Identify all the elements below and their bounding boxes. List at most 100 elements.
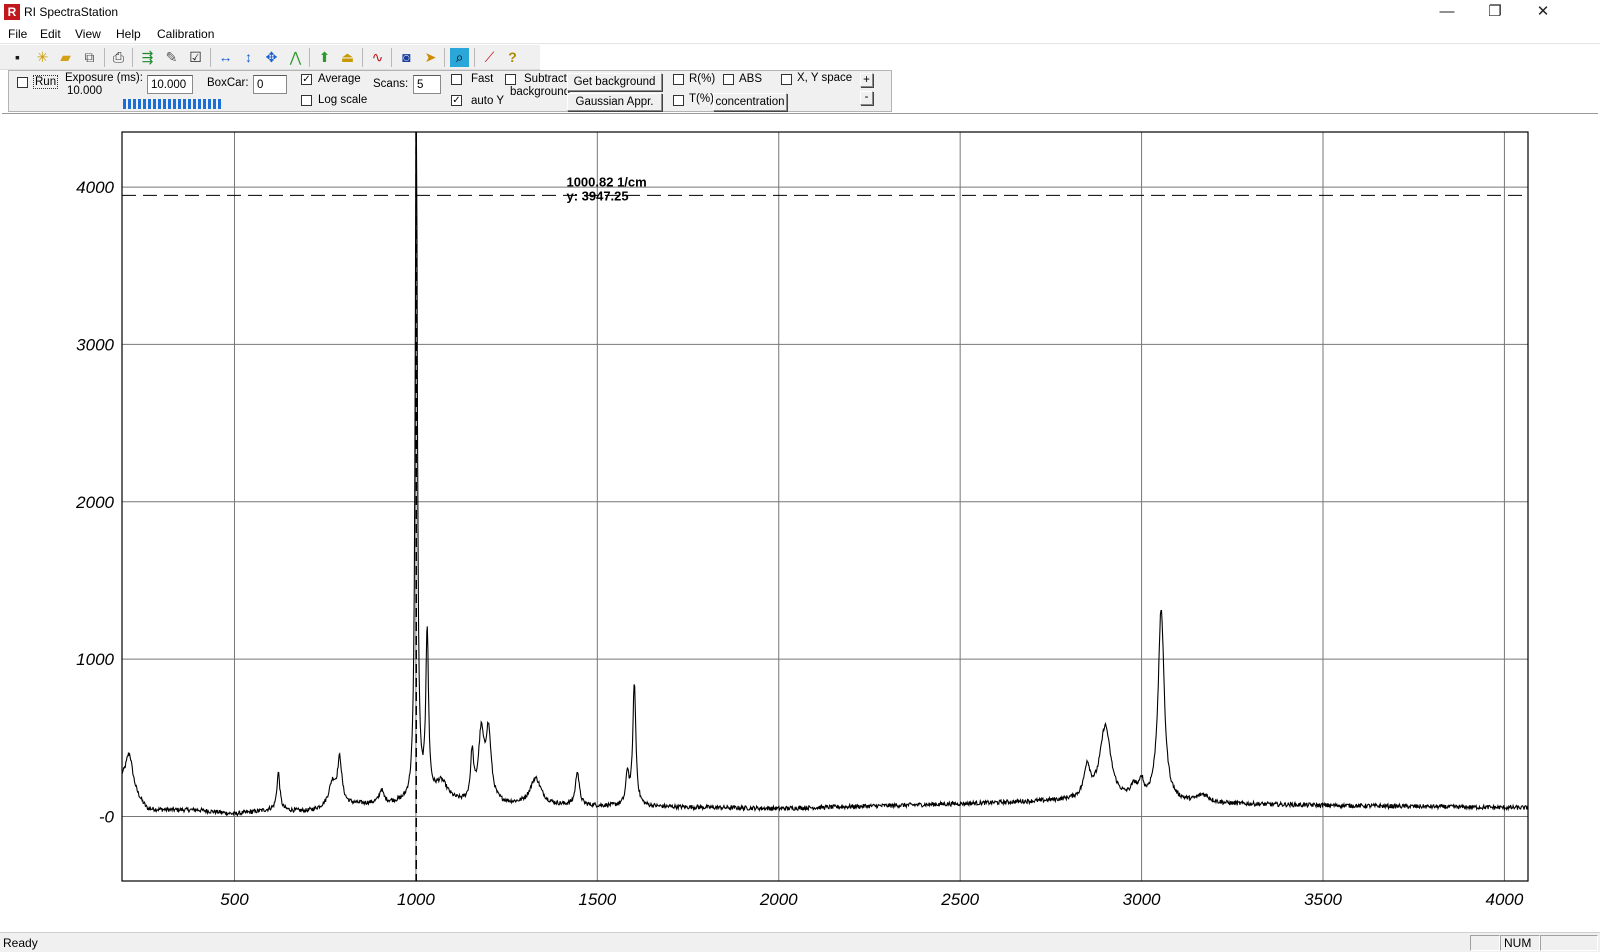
spectrum-chart[interactable]: 500 1000 1500 2000 2500 3000 3500 4000 -0 1000 200…: [2, 114, 1598, 929]
checklist-icon[interactable]: ☑: [186, 48, 205, 67]
menu-edit[interactable]: Edit: [40, 27, 61, 41]
toolbar-separator: [444, 48, 445, 67]
restore-button[interactable]: ❐: [1472, 0, 1518, 24]
auto-y-checkbox[interactable]: ✓: [451, 95, 462, 106]
menu-bar: File Edit View Help Calibration: [0, 24, 1600, 44]
new-file-icon[interactable]: ✳: [33, 48, 52, 67]
peak-icon[interactable]: ⋀: [286, 48, 305, 67]
print-icon[interactable]: ⎙: [109, 48, 128, 67]
folder-up-icon[interactable]: ⏏: [338, 48, 357, 67]
highlight-icon[interactable]: ➤: [421, 48, 440, 67]
y-tick-label: -0: [99, 807, 115, 826]
toolbar-separator: [104, 48, 105, 67]
plot-border: [121, 131, 1529, 882]
xy-space-checkbox[interactable]: [781, 74, 792, 85]
scans-input[interactable]: [413, 75, 441, 94]
reflectance-checkbox[interactable]: [673, 74, 684, 85]
boxcar-label: BoxCar:: [207, 77, 249, 89]
log-scale-checkbox[interactable]: [301, 95, 312, 106]
scans-label: Scans:: [373, 78, 409, 90]
open-folder-icon[interactable]: ▰: [56, 48, 75, 67]
x-tick-label: 1500: [578, 890, 616, 909]
spectrum-plot-area[interactable]: 500 1000 1500 2000 2500 3000 3500 4000 -0 1000 200…: [2, 113, 1598, 928]
boxcar-input[interactable]: [253, 75, 287, 94]
y-tick-label: 2000: [75, 493, 114, 512]
gaussian-approximation-button[interactable]: Gaussian Appr.: [567, 93, 662, 111]
absorbance-checkbox[interactable]: [723, 74, 734, 85]
concentration-button[interactable]: concentration: [713, 93, 787, 111]
zoom-both-icon[interactable]: ✥: [262, 48, 281, 67]
transmittance-label: T(%): [689, 93, 714, 105]
zoom-horizontal-icon[interactable]: ↔: [216, 48, 235, 67]
subtract-label: Subtract: [524, 73, 567, 85]
x-tick-label: 2000: [759, 890, 798, 909]
menu-view[interactable]: View: [75, 27, 101, 41]
copy-icon[interactable]: ⧉: [80, 48, 99, 67]
camera-icon[interactable]: ◙: [397, 48, 416, 67]
toolbar-separator: [309, 48, 310, 67]
x-tick-label: 3000: [1123, 890, 1161, 909]
toolbar-separator: [474, 48, 475, 67]
y-tick-label: 3000: [76, 335, 114, 354]
status-pane-empty: [1470, 935, 1500, 951]
save-icon[interactable]: ▪: [8, 48, 27, 67]
decrease-button[interactable]: -: [860, 91, 873, 105]
transmittance-checkbox[interactable]: [673, 95, 684, 106]
fast-checkbox[interactable]: [451, 74, 462, 85]
spectrum-line: [121, 132, 1529, 817]
menu-help[interactable]: Help: [116, 27, 141, 41]
status-text: Ready: [3, 936, 38, 950]
status-bar: Ready NUM: [0, 932, 1600, 952]
menu-calibration[interactable]: Calibration: [157, 27, 214, 41]
toolbar-separator: [210, 48, 211, 67]
status-pane-empty: [1540, 935, 1598, 951]
x-tick-label: 3500: [1304, 890, 1342, 909]
exposure-input[interactable]: [147, 75, 193, 94]
window-title: RI SpectraStation: [24, 5, 119, 19]
increase-button[interactable]: +: [860, 73, 873, 87]
log-scale-label: Log scale: [318, 94, 368, 106]
toolbar-separator: [362, 48, 363, 67]
run-label[interactable]: Run: [33, 75, 59, 89]
toolbar-separator: [391, 48, 392, 67]
cursor-y-readout: y: 3947.25: [566, 188, 628, 203]
acquisition-controls: Run Exposure (ms): 10.000 BoxCar: ✓ Aver…: [8, 70, 892, 112]
line-tool-icon[interactable]: ⟋: [480, 48, 499, 67]
y-tick-label: 1000: [76, 650, 114, 669]
toolbar: ▪ ✳ ▰ ⧉ ⎙ ⇶ ✎ ☑ ↔ ↕ ✥ ⋀ ⬆ ⏏ ∿ ◙ ➤ ⌕ ⟋ ?: [0, 45, 540, 70]
spectrum-icon[interactable]: ∿: [368, 48, 387, 67]
close-button[interactable]: ✕: [1520, 0, 1566, 24]
x-tick-label: 500: [220, 890, 249, 909]
toolbar-separator: [132, 48, 133, 67]
app-icon: R: [4, 4, 20, 20]
menu-file[interactable]: File: [8, 27, 27, 41]
get-background-button[interactable]: Get background: [567, 73, 662, 91]
x-tick-label: 1000: [397, 890, 435, 909]
title-bar: R RI SpectraStation — ❐ ✕: [0, 0, 1600, 24]
help-icon[interactable]: ?: [503, 48, 522, 67]
y-tick-label: 4000: [76, 178, 114, 197]
x-tick-label: 4000: [1486, 890, 1524, 909]
acquisition-progress-bar: [123, 99, 223, 109]
subtract-background-checkbox[interactable]: [505, 74, 516, 85]
num-lock-indicator: NUM: [1500, 935, 1540, 951]
export-icon[interactable]: ⇶: [138, 48, 157, 67]
exposure-label: Exposure (ms):: [65, 72, 143, 84]
cursor-x-readout: 1000.82 1/cm: [566, 174, 646, 189]
xy-space-label: X, Y space: [797, 72, 853, 84]
settings-icon[interactable]: ✎: [162, 48, 181, 67]
x-tick-label: 2500: [940, 890, 979, 909]
minimize-button[interactable]: —: [1424, 0, 1470, 24]
average-checkbox[interactable]: ✓: [301, 74, 312, 85]
exposure-value: 10.000: [67, 85, 103, 97]
absorbance-label: ABS: [739, 73, 763, 85]
run-checkbox[interactable]: [17, 77, 28, 88]
background-label: background: [510, 86, 571, 98]
search-icon[interactable]: ⌕: [450, 48, 469, 67]
average-label: Average: [318, 73, 361, 85]
reflectance-label: R(%): [689, 73, 716, 85]
zoom-vertical-icon[interactable]: ↕: [239, 48, 258, 67]
up-arrow-icon[interactable]: ⬆: [315, 48, 334, 67]
auto-y-label: auto Y: [471, 95, 505, 107]
fast-label: Fast: [471, 73, 494, 85]
